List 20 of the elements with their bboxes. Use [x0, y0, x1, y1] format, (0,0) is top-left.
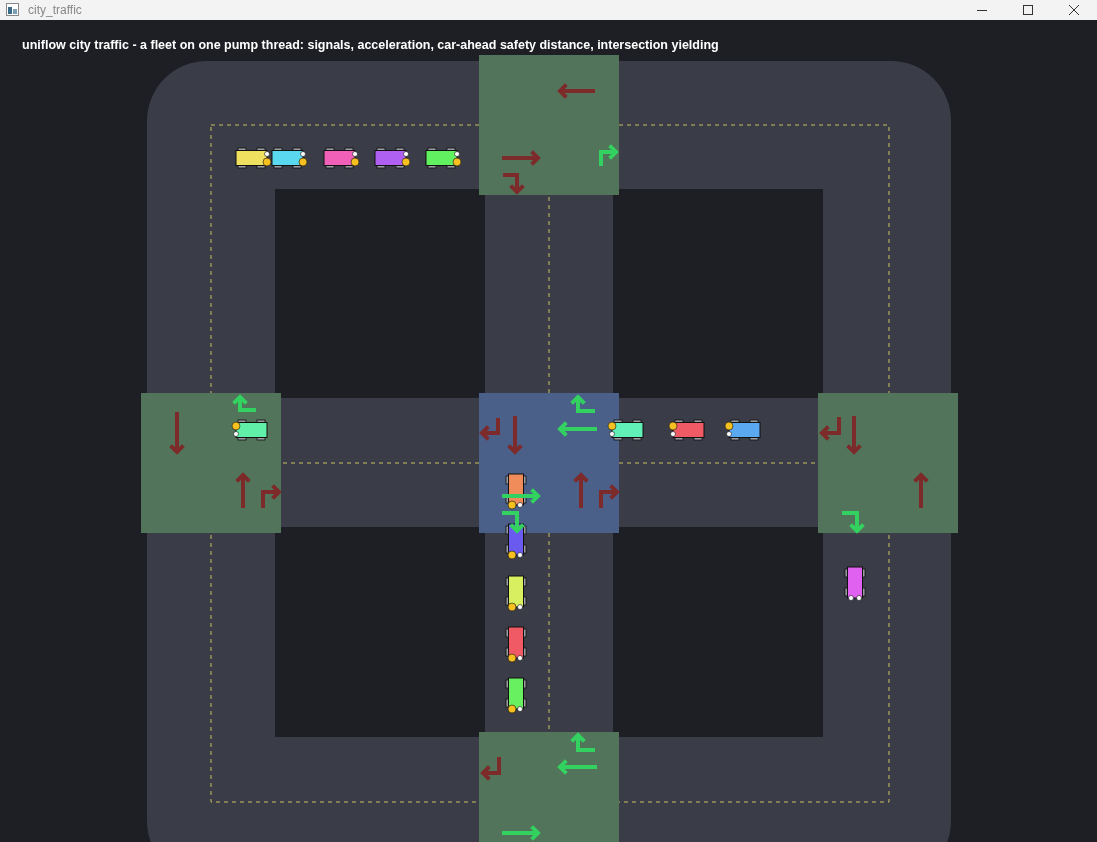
- car-icon: [844, 566, 866, 601]
- maximize-icon: [1023, 5, 1033, 15]
- car-icon: [668, 419, 705, 441]
- car-icon: [607, 419, 644, 441]
- car-icon: [505, 575, 527, 612]
- car-icon: [235, 147, 272, 169]
- car-icon: [231, 419, 268, 441]
- car-icon: [271, 147, 308, 169]
- heading: uniflow city traffic - a fleet on one pump thread: signals, acceleration, car-ahead safety distance, intersection yielding: [22, 38, 719, 52]
- car-icon: [505, 626, 527, 663]
- car-icon: [323, 147, 360, 169]
- app-icon: [6, 3, 20, 17]
- car-icon: [505, 473, 527, 510]
- window-title: city_traffic: [28, 3, 82, 17]
- car-icon: [374, 147, 411, 169]
- car-icon: [724, 419, 761, 441]
- close-icon: [1069, 5, 1079, 15]
- car-icon: [505, 523, 527, 560]
- car-icon: [505, 677, 527, 714]
- car-icon: [425, 147, 462, 169]
